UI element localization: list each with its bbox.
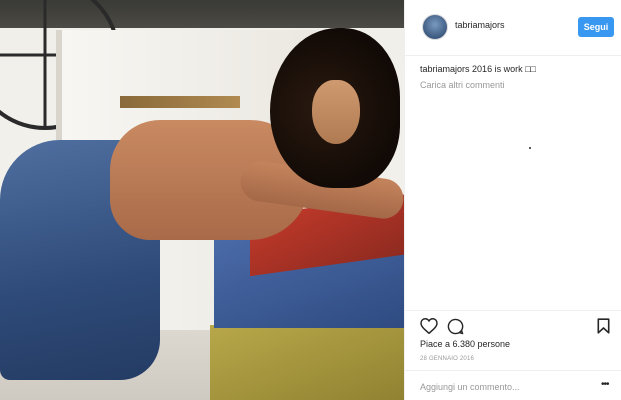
more-options-icon[interactable]: •••: [601, 379, 609, 390]
action-bar: [405, 310, 621, 338]
caption-text: 2016 is work □□: [472, 64, 536, 74]
bookmark-icon[interactable]: [597, 318, 610, 334]
load-more-comments-link[interactable]: Carica altri commenti: [420, 80, 505, 90]
photo-wood-rail: [120, 96, 240, 108]
caption-username[interactable]: tabriamajors: [420, 64, 470, 74]
comment-icon[interactable]: [447, 318, 464, 335]
post-photo[interactable]: [0, 0, 404, 400]
likes-count[interactable]: Piace a 6.380 persone: [420, 339, 510, 349]
username-link[interactable]: tabriamajors: [455, 20, 505, 30]
photo-face: [312, 80, 360, 144]
post-date: 28 GENNAIO 2016: [420, 356, 475, 362]
post-caption: tabriamajors 2016 is work □□: [420, 64, 536, 74]
post-header: tabriamajors Segui: [405, 0, 621, 56]
heart-icon[interactable]: [420, 318, 438, 334]
comment-input[interactable]: [420, 379, 590, 395]
loading-indicator: [529, 147, 531, 149]
avatar[interactable]: [422, 14, 448, 40]
photo-yellow-cushion: [210, 325, 404, 400]
comment-box: •••: [405, 370, 621, 400]
post-side-panel: tabriamajors Segui tabriamajors 2016 is …: [404, 0, 621, 400]
follow-button[interactable]: Segui: [578, 17, 614, 37]
